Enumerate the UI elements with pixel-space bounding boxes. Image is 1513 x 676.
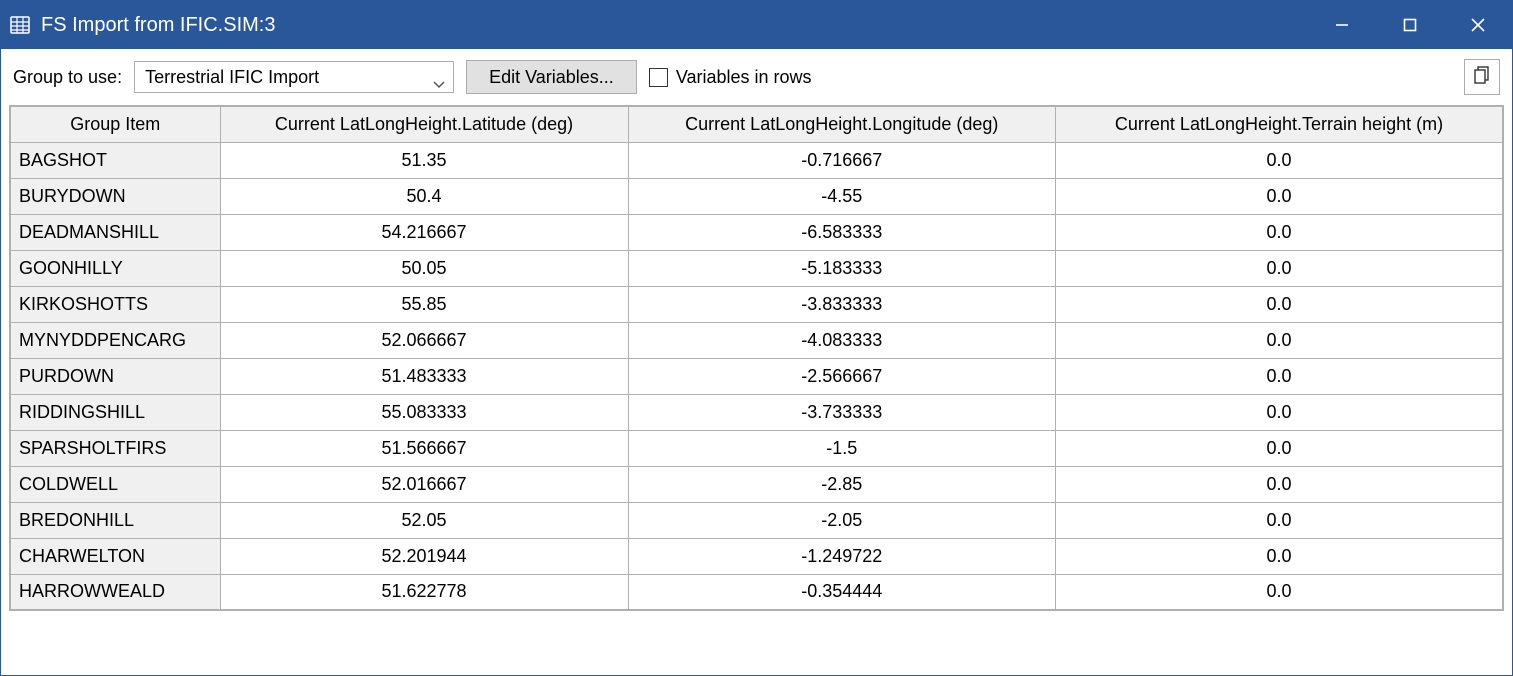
cell-lon[interactable]: -0.354444 bbox=[628, 574, 1055, 610]
row-header[interactable]: SPARSHOLTFIRS bbox=[10, 430, 220, 466]
row-header[interactable]: MYNYDDPENCARG bbox=[10, 322, 220, 358]
row-header[interactable]: BAGSHOT bbox=[10, 142, 220, 178]
cell-height[interactable]: 0.0 bbox=[1056, 214, 1504, 250]
cell-lat[interactable]: 50.05 bbox=[220, 250, 628, 286]
group-select[interactable]: Terrestrial IFIC Import bbox=[134, 61, 454, 93]
table-row[interactable]: HARROWWEALD51.622778-0.3544440.0 bbox=[10, 574, 1503, 610]
window-title: FS Import from IFIC.SIM:3 bbox=[41, 14, 275, 37]
cell-height[interactable]: 0.0 bbox=[1056, 538, 1504, 574]
row-header[interactable]: COLDWELL bbox=[10, 466, 220, 502]
table-row[interactable]: MYNYDDPENCARG52.066667-4.0833330.0 bbox=[10, 322, 1503, 358]
cell-lat[interactable]: 51.566667 bbox=[220, 430, 628, 466]
table-row[interactable]: CHARWELTON52.201944-1.2497220.0 bbox=[10, 538, 1503, 574]
toolbar: Group to use: Terrestrial IFIC Import Ed… bbox=[1, 49, 1512, 105]
titlebar: FS Import from IFIC.SIM:3 bbox=[1, 1, 1512, 49]
cell-height[interactable]: 0.0 bbox=[1056, 358, 1504, 394]
table-row[interactable]: KIRKOSHOTTS55.85-3.8333330.0 bbox=[10, 286, 1503, 322]
cell-height[interactable]: 0.0 bbox=[1056, 574, 1504, 610]
cell-lon[interactable]: -2.85 bbox=[628, 466, 1055, 502]
cell-height[interactable]: 0.0 bbox=[1056, 502, 1504, 538]
cell-lat[interactable]: 51.483333 bbox=[220, 358, 628, 394]
col-header-height[interactable]: Current LatLongHeight.Terrain height (m) bbox=[1056, 106, 1504, 142]
cell-lat[interactable]: 55.85 bbox=[220, 286, 628, 322]
table-row[interactable]: RIDDINGSHILL55.083333-3.7333330.0 bbox=[10, 394, 1503, 430]
col-header-group-item[interactable]: Group Item bbox=[10, 106, 220, 142]
cell-lon[interactable]: -1.249722 bbox=[628, 538, 1055, 574]
cell-height[interactable]: 0.0 bbox=[1056, 142, 1504, 178]
cell-lat[interactable]: 51.622778 bbox=[220, 574, 628, 610]
table-row[interactable]: BURYDOWN50.4-4.550.0 bbox=[10, 178, 1503, 214]
cell-lon[interactable]: -6.583333 bbox=[628, 214, 1055, 250]
window: FS Import from IFIC.SIM:3 Group to use: … bbox=[0, 0, 1513, 676]
cell-height[interactable]: 0.0 bbox=[1056, 322, 1504, 358]
row-header[interactable]: CHARWELTON bbox=[10, 538, 220, 574]
row-header[interactable]: PURDOWN bbox=[10, 358, 220, 394]
table-row[interactable]: GOONHILLY50.05-5.1833330.0 bbox=[10, 250, 1503, 286]
row-header[interactable]: RIDDINGSHILL bbox=[10, 394, 220, 430]
app-icon bbox=[9, 14, 31, 36]
table-row[interactable]: BAGSHOT51.35-0.7166670.0 bbox=[10, 142, 1503, 178]
cell-height[interactable]: 0.0 bbox=[1056, 466, 1504, 502]
copy-icon bbox=[1472, 65, 1492, 90]
cell-lon[interactable]: -0.716667 bbox=[628, 142, 1055, 178]
row-header[interactable]: BREDONHILL bbox=[10, 502, 220, 538]
group-select-value: Terrestrial IFIC Import bbox=[145, 67, 319, 88]
cell-height[interactable]: 0.0 bbox=[1056, 250, 1504, 286]
cell-lat[interactable]: 54.216667 bbox=[220, 214, 628, 250]
row-header[interactable]: BURYDOWN bbox=[10, 178, 220, 214]
cell-lat[interactable]: 52.201944 bbox=[220, 538, 628, 574]
cell-height[interactable]: 0.0 bbox=[1056, 178, 1504, 214]
table-container: Group Item Current LatLongHeight.Latitud… bbox=[1, 105, 1512, 675]
cell-lat[interactable]: 52.05 bbox=[220, 502, 628, 538]
table-row[interactable]: SPARSHOLTFIRS51.566667-1.50.0 bbox=[10, 430, 1503, 466]
cell-lon[interactable]: -1.5 bbox=[628, 430, 1055, 466]
table-row[interactable]: PURDOWN51.483333-2.5666670.0 bbox=[10, 358, 1503, 394]
copy-button[interactable] bbox=[1464, 59, 1500, 95]
table-row[interactable]: BREDONHILL52.05-2.050.0 bbox=[10, 502, 1503, 538]
cell-lat[interactable]: 50.4 bbox=[220, 178, 628, 214]
chevron-down-icon bbox=[433, 73, 445, 81]
cell-lon[interactable]: -2.05 bbox=[628, 502, 1055, 538]
col-header-latitude[interactable]: Current LatLongHeight.Latitude (deg) bbox=[220, 106, 628, 142]
cell-lat[interactable]: 55.083333 bbox=[220, 394, 628, 430]
minimize-button[interactable] bbox=[1308, 1, 1376, 49]
table-body: BAGSHOT51.35-0.7166670.0BURYDOWN50.4-4.5… bbox=[10, 142, 1503, 610]
cell-lat[interactable]: 52.016667 bbox=[220, 466, 628, 502]
data-table[interactable]: Group Item Current LatLongHeight.Latitud… bbox=[9, 105, 1504, 611]
cell-lon[interactable]: -2.566667 bbox=[628, 358, 1055, 394]
cell-lon[interactable]: -3.733333 bbox=[628, 394, 1055, 430]
cell-height[interactable]: 0.0 bbox=[1056, 286, 1504, 322]
table-header: Group Item Current LatLongHeight.Latitud… bbox=[10, 106, 1503, 142]
edit-variables-button[interactable]: Edit Variables... bbox=[466, 60, 637, 94]
row-header[interactable]: KIRKOSHOTTS bbox=[10, 286, 220, 322]
cell-lon[interactable]: -5.183333 bbox=[628, 250, 1055, 286]
variables-in-rows-label: Variables in rows bbox=[676, 67, 812, 88]
row-header[interactable]: DEADMANSHILL bbox=[10, 214, 220, 250]
checkbox-box bbox=[649, 68, 668, 87]
cell-height[interactable]: 0.0 bbox=[1056, 430, 1504, 466]
close-button[interactable] bbox=[1444, 1, 1512, 49]
col-header-longitude[interactable]: Current LatLongHeight.Longitude (deg) bbox=[628, 106, 1055, 142]
cell-lon[interactable]: -3.833333 bbox=[628, 286, 1055, 322]
maximize-button[interactable] bbox=[1376, 1, 1444, 49]
cell-lat[interactable]: 52.066667 bbox=[220, 322, 628, 358]
row-header[interactable]: HARROWWEALD bbox=[10, 574, 220, 610]
window-controls bbox=[1308, 1, 1512, 49]
cell-lon[interactable]: -4.55 bbox=[628, 178, 1055, 214]
table-row[interactable]: COLDWELL52.016667-2.850.0 bbox=[10, 466, 1503, 502]
cell-lat[interactable]: 51.35 bbox=[220, 142, 628, 178]
variables-in-rows-checkbox[interactable]: Variables in rows bbox=[649, 67, 812, 88]
table-row[interactable]: DEADMANSHILL54.216667-6.5833330.0 bbox=[10, 214, 1503, 250]
cell-height[interactable]: 0.0 bbox=[1056, 394, 1504, 430]
cell-lon[interactable]: -4.083333 bbox=[628, 322, 1055, 358]
row-header[interactable]: GOONHILLY bbox=[10, 250, 220, 286]
group-to-use-label: Group to use: bbox=[13, 67, 122, 88]
